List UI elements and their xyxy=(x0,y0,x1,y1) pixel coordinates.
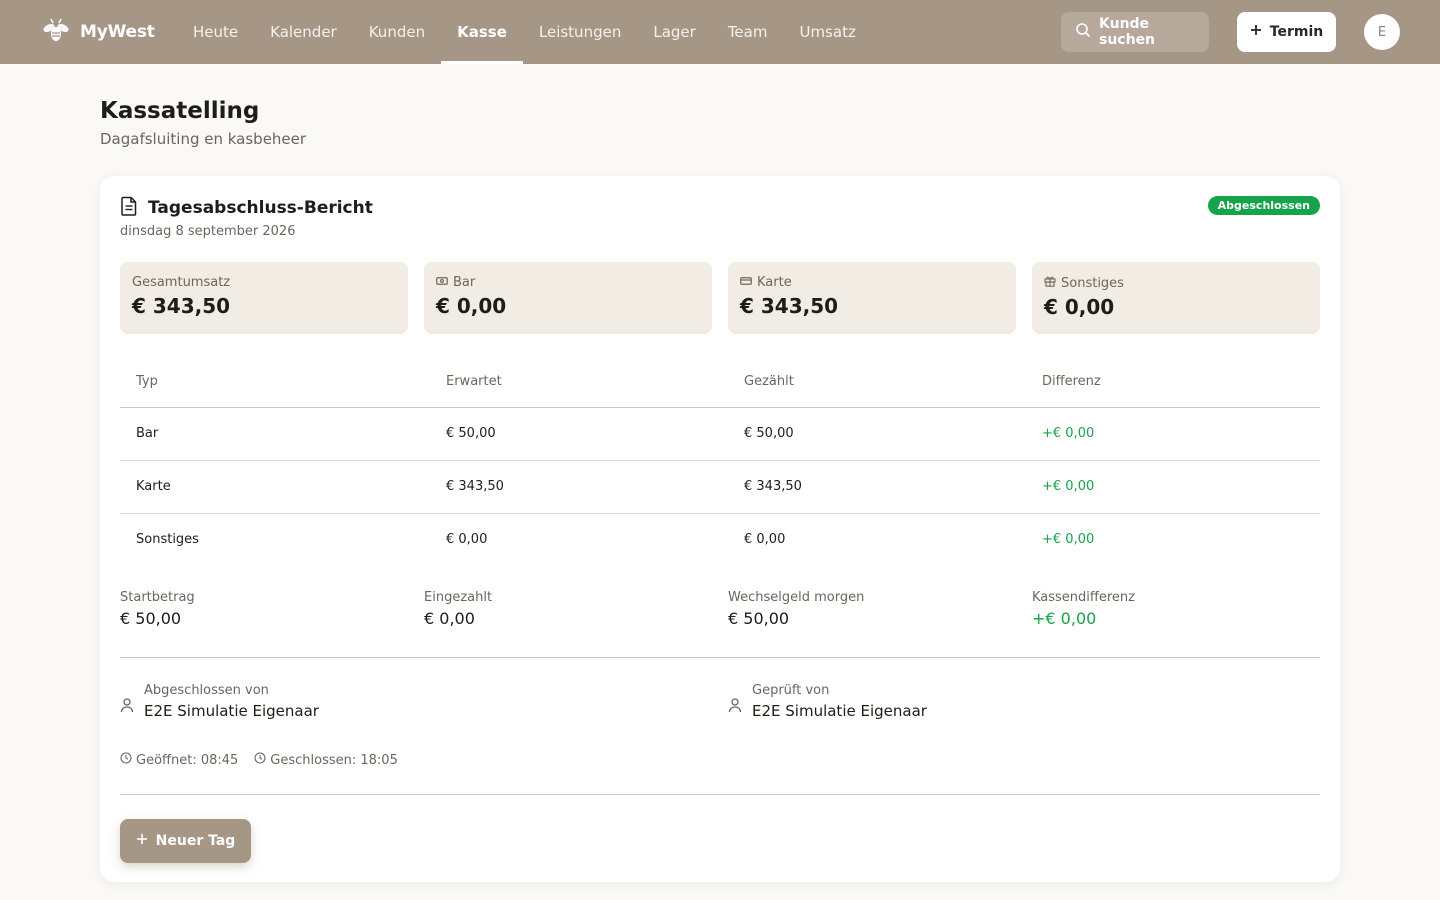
cell-counted: € 0,00 xyxy=(744,532,786,548)
cell-expected: € 343,50 xyxy=(430,460,728,514)
nav-item-lager[interactable]: Lager xyxy=(637,0,711,64)
page-subtitle: Dagafsluiting en kasbeheer xyxy=(100,130,307,148)
bee-logo-icon xyxy=(40,16,72,48)
cell-difference: +€ 0,00 xyxy=(1026,407,1320,461)
gift-icon xyxy=(1044,275,1056,291)
page-title: Kassatelling xyxy=(100,98,260,124)
summary-value: € 50,00 xyxy=(120,609,182,628)
document-icon xyxy=(120,196,138,220)
checked-by: Geprüft von E2E Simulatie Eigenaar xyxy=(728,683,927,720)
divider xyxy=(120,794,1320,795)
table-row: Sonstiges € 0,00 € 0,00 +€ 0,00 xyxy=(120,513,1320,566)
stat-label: Bar xyxy=(453,275,476,290)
user-icon xyxy=(728,697,742,720)
stat-other: Sonstiges € 0,00 xyxy=(1032,262,1320,334)
search-icon xyxy=(1075,22,1091,42)
summary-cash-difference: Kassendifferenz +€ 0,00 xyxy=(1032,590,1320,628)
cell-expected: € 0,00 xyxy=(446,532,488,548)
stat-value: € 0,00 xyxy=(436,294,507,318)
cell-type: Sonstiges xyxy=(136,532,199,548)
checked-by-name: E2E Simulatie Eigenaar xyxy=(752,702,927,720)
logo[interactable]: MyWest xyxy=(40,14,155,50)
summary-value: +€ 0,00 xyxy=(1032,609,1097,628)
closed-by-name: E2E Simulatie Eigenaar xyxy=(144,702,319,720)
table-row: Karte € 343,50 € 343,50 +€ 0,00 xyxy=(120,460,1320,514)
summary-label: Eingezahlt xyxy=(424,590,493,605)
table-row: Bar € 50,00 € 50,00 +€ 0,00 xyxy=(120,407,1320,461)
new-appointment-button[interactable]: Termin xyxy=(1237,12,1336,52)
stat-total-revenue: Gesamtumsatz € 343,50 xyxy=(120,262,408,334)
stat-cash: Bar € 0,00 xyxy=(424,262,712,334)
column-header-type: Typ xyxy=(120,356,430,408)
nav-item-leistungen[interactable]: Leistungen xyxy=(523,0,637,64)
daily-report-card: Tagesabschluss-Bericht dinsdag 8 septemb… xyxy=(100,176,1340,882)
stat-label: Sonstiges xyxy=(1061,275,1124,291)
new-day-label: Neuer Tag xyxy=(155,833,236,849)
opened-time-text: Geöffnet: 08:45 xyxy=(136,752,239,768)
closed-time: Geschlossen: 18:05 xyxy=(254,752,398,768)
summary-change-tomorrow: Wechselgeld morgen € 50,00 xyxy=(728,590,1016,628)
report-title: Tagesabschluss-Bericht xyxy=(148,198,373,218)
cell-expected: € 50,00 xyxy=(430,407,728,461)
report-date: dinsdag 8 september 2026 xyxy=(120,224,296,239)
checked-by-label: Geprüft von xyxy=(752,683,830,698)
column-header-expected: Erwartet xyxy=(430,356,728,408)
stat-label: Gesamtumsatz xyxy=(132,275,231,290)
main-nav: Heute Kalender Kunden Kasse Leistungen L… xyxy=(177,0,872,64)
cell-difference: +€ 0,00 xyxy=(1042,532,1095,548)
customer-search-label: Kunde suchen xyxy=(1099,16,1156,48)
clock-icon xyxy=(120,752,132,768)
summary-value: € 50,00 xyxy=(728,609,790,628)
divider xyxy=(120,657,1320,658)
customer-search-button[interactable]: Kunde suchen xyxy=(1061,12,1209,52)
stat-card: Karte € 343,50 xyxy=(728,262,1016,334)
nav-item-umsatz[interactable]: Umsatz xyxy=(783,0,871,64)
plus-icon xyxy=(136,833,148,849)
opened-time: Geöffnet: 08:45 xyxy=(120,752,238,768)
summary-value: € 0,00 xyxy=(424,609,475,628)
top-navigation-bar: MyWest Heute Kalender Kunden Kasse Leist… xyxy=(0,0,1440,64)
cash-count-table: Typ Erwartet Gezählt Differenz Bar € 50,… xyxy=(120,356,1320,566)
card-icon xyxy=(740,275,752,290)
table-header-row: Typ Erwartet Gezählt Differenz xyxy=(120,356,1320,408)
column-header-difference: Differenz xyxy=(1026,356,1320,408)
plus-icon xyxy=(1250,24,1262,40)
stat-tiles: Gesamtumsatz € 343,50 Bar € 0,00 Karte €… xyxy=(120,262,1320,334)
summary-label: Wechselgeld morgen xyxy=(728,590,865,605)
stat-label: Karte xyxy=(757,275,792,290)
summary-start-amount: Startbetrag € 50,00 xyxy=(120,590,408,628)
nav-item-kalender[interactable]: Kalender xyxy=(254,0,353,64)
brand-name: MyWest xyxy=(80,22,155,42)
summary-label: Startbetrag xyxy=(120,590,195,605)
cell-counted: € 50,00 xyxy=(728,407,1026,461)
stat-value: € 343,50 xyxy=(740,294,839,318)
new-day-button[interactable]: Neuer Tag xyxy=(120,819,251,863)
nav-item-kasse[interactable]: Kasse xyxy=(441,0,523,64)
cash-summary: Startbetrag € 50,00 Eingezahlt € 0,00 We… xyxy=(120,590,1320,628)
closed-by-label: Abgeschlossen von xyxy=(144,683,269,698)
opening-times: Geöffnet: 08:45 Geschlossen: 18:05 xyxy=(120,752,398,768)
summary-deposited: Eingezahlt € 0,00 xyxy=(424,590,712,628)
nav-item-team[interactable]: Team xyxy=(712,0,784,64)
user-avatar[interactable]: E xyxy=(1364,14,1400,50)
closed-time-text: Geschlossen: 18:05 xyxy=(270,752,398,768)
stat-value: € 0,00 xyxy=(1044,295,1115,319)
nav-item-heute[interactable]: Heute xyxy=(177,0,254,64)
clock-icon xyxy=(254,752,266,768)
user-icon xyxy=(120,697,134,720)
cash-icon xyxy=(436,275,448,290)
stat-value: € 343,50 xyxy=(132,294,231,318)
cell-difference: +€ 0,00 xyxy=(1026,460,1320,514)
report-header: Tagesabschluss-Bericht xyxy=(120,196,373,220)
nav-item-kunden[interactable]: Kunden xyxy=(353,0,441,64)
status-badge: Abgeschlossen xyxy=(1207,196,1320,215)
column-header-counted: Gezählt xyxy=(728,356,1026,408)
cell-counted: € 343,50 xyxy=(728,460,1026,514)
closed-by: Abgeschlossen von E2E Simulatie Eigenaar xyxy=(120,683,319,720)
cell-type: Bar xyxy=(120,407,430,461)
summary-label: Kassendifferenz xyxy=(1032,590,1135,605)
cell-type: Karte xyxy=(120,460,430,514)
new-appointment-label: Termin xyxy=(1269,24,1324,40)
